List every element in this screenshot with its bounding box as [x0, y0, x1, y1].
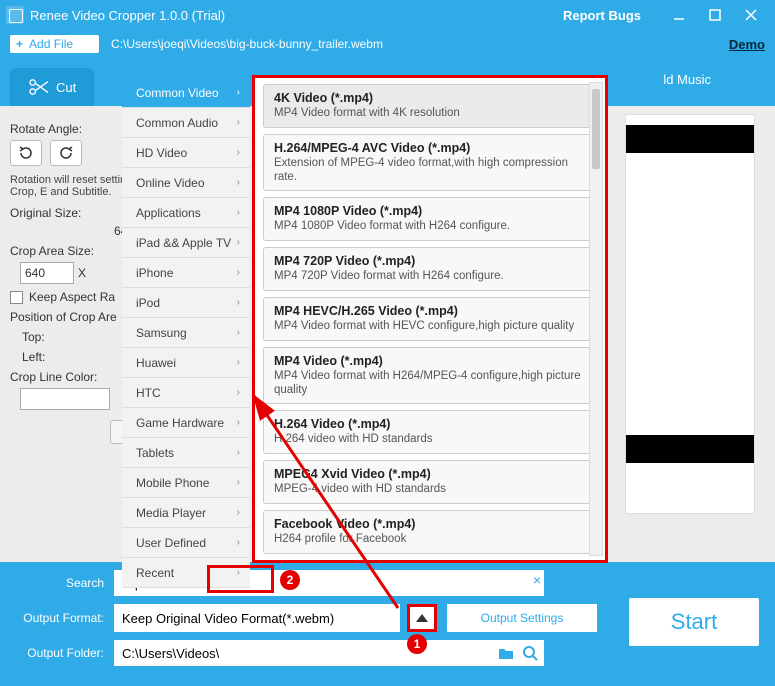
report-bugs-link[interactable]: Report Bugs — [563, 8, 641, 23]
format-item[interactable]: H.264 Video (*.mp4)H.264 video with HD s… — [263, 410, 597, 454]
category-item[interactable]: HTC› — [122, 378, 250, 408]
tab-cut[interactable]: Cut — [10, 68, 94, 106]
category-item[interactable]: Tablets› — [122, 438, 250, 468]
preview-black-top — [626, 125, 754, 153]
output-folder-value: C:\Users\Videos\ — [122, 646, 219, 661]
tab-cut-label: Cut — [56, 80, 76, 95]
category-sidebar: Common Video›Common Audio›HD Video›Onlin… — [122, 78, 250, 588]
output-folder-input[interactable]: C:\Users\Videos\ — [114, 640, 544, 666]
tab-music-partial[interactable]: ld Music — [663, 72, 711, 87]
crop-width-input[interactable]: 640 — [20, 262, 74, 284]
category-item[interactable]: Common Video› — [122, 78, 250, 108]
category-item[interactable]: Online Video› — [122, 168, 250, 198]
checkbox-icon — [10, 291, 23, 304]
format-item[interactable]: MP4 720P Video (*.mp4)MP4 720P Video for… — [263, 247, 597, 291]
category-item[interactable]: User Defined› — [122, 528, 250, 558]
category-item[interactable]: HD Video› — [122, 138, 250, 168]
category-item[interactable]: Game Hardware› — [122, 408, 250, 438]
category-item[interactable]: iPhone› — [122, 258, 250, 288]
crop-x-sep: X — [78, 266, 86, 280]
add-file-label: Add File — [29, 37, 73, 51]
format-item[interactable]: 4K Video (*.mp4)MP4 Video format with 4K… — [263, 84, 597, 128]
category-item[interactable]: iPod› — [122, 288, 250, 318]
maximize-button[interactable] — [697, 3, 733, 27]
file-path: C:\Users\joeqi\Videos\big-buck-bunny_tra… — [111, 37, 383, 51]
preview-black-bot — [626, 435, 754, 463]
app-icon — [6, 6, 24, 24]
rotate-cw-button[interactable] — [50, 140, 82, 166]
output-format-select[interactable]: Keep Original Video Format(*.webm) — [114, 604, 400, 632]
keep-aspect-label: Keep Aspect Ra — [29, 290, 115, 304]
demo-link[interactable]: Demo — [729, 37, 765, 52]
format-item[interactable]: H.264/MPEG-4 AVC Video (*.mp4)Extension … — [263, 134, 597, 192]
search-folder-icon[interactable] — [522, 645, 538, 661]
browse-folder-icon[interactable] — [498, 645, 514, 661]
start-button[interactable]: Start — [629, 598, 759, 646]
window-title: Renee Video Cropper 1.0.0 (Trial) — [30, 8, 225, 23]
output-format-dropdown-button[interactable] — [407, 604, 437, 632]
clear-search-icon[interactable]: × — [533, 572, 541, 588]
format-item[interactable]: Facebook Video (*.mp4)H264 profile for F… — [263, 510, 597, 554]
format-item[interactable]: MPEG4 Xvid Video (*.mp4)MPEG-4 video wit… — [263, 460, 597, 504]
formats-scrollbar[interactable] — [589, 82, 603, 556]
category-item[interactable]: Mobile Phone› — [122, 468, 250, 498]
close-button[interactable] — [733, 3, 769, 27]
arrow-up-icon — [416, 614, 428, 622]
add-file-button[interactable]: + Add File — [10, 35, 99, 53]
category-item[interactable]: Applications› — [122, 198, 250, 228]
category-item[interactable]: Media Player› — [122, 498, 250, 528]
category-item[interactable]: Huawei› — [122, 348, 250, 378]
output-folder-label: Output Folder: — [14, 646, 104, 660]
crop-color-input[interactable] — [20, 388, 110, 410]
format-item[interactable]: MP4 1080P Video (*.mp4)MP4 1080P Video f… — [263, 197, 597, 241]
preview-pane — [625, 114, 755, 514]
category-item[interactable]: Samsung› — [122, 318, 250, 348]
category-item[interactable]: Common Audio› — [122, 108, 250, 138]
format-item[interactable]: MP4 Video (*.mp4)MP4 Video format with H… — [263, 347, 597, 405]
search-label: Search — [14, 576, 104, 590]
category-item[interactable]: iPad && Apple TV› — [122, 228, 250, 258]
formats-list: 4K Video (*.mp4)MP4 Video format with 4K… — [252, 75, 608, 563]
rotate-ccw-button[interactable] — [10, 140, 42, 166]
minimize-button[interactable] — [661, 3, 697, 27]
scissors-icon — [28, 78, 50, 96]
output-format-label: Output Format: — [14, 611, 104, 625]
plus-icon: + — [16, 37, 23, 51]
category-item[interactable]: Recent› — [122, 558, 250, 588]
format-item[interactable]: MP4 HEVC/H.265 Video (*.mp4)MP4 Video fo… — [263, 297, 597, 341]
output-settings-button[interactable]: Output Settings — [447, 604, 597, 632]
